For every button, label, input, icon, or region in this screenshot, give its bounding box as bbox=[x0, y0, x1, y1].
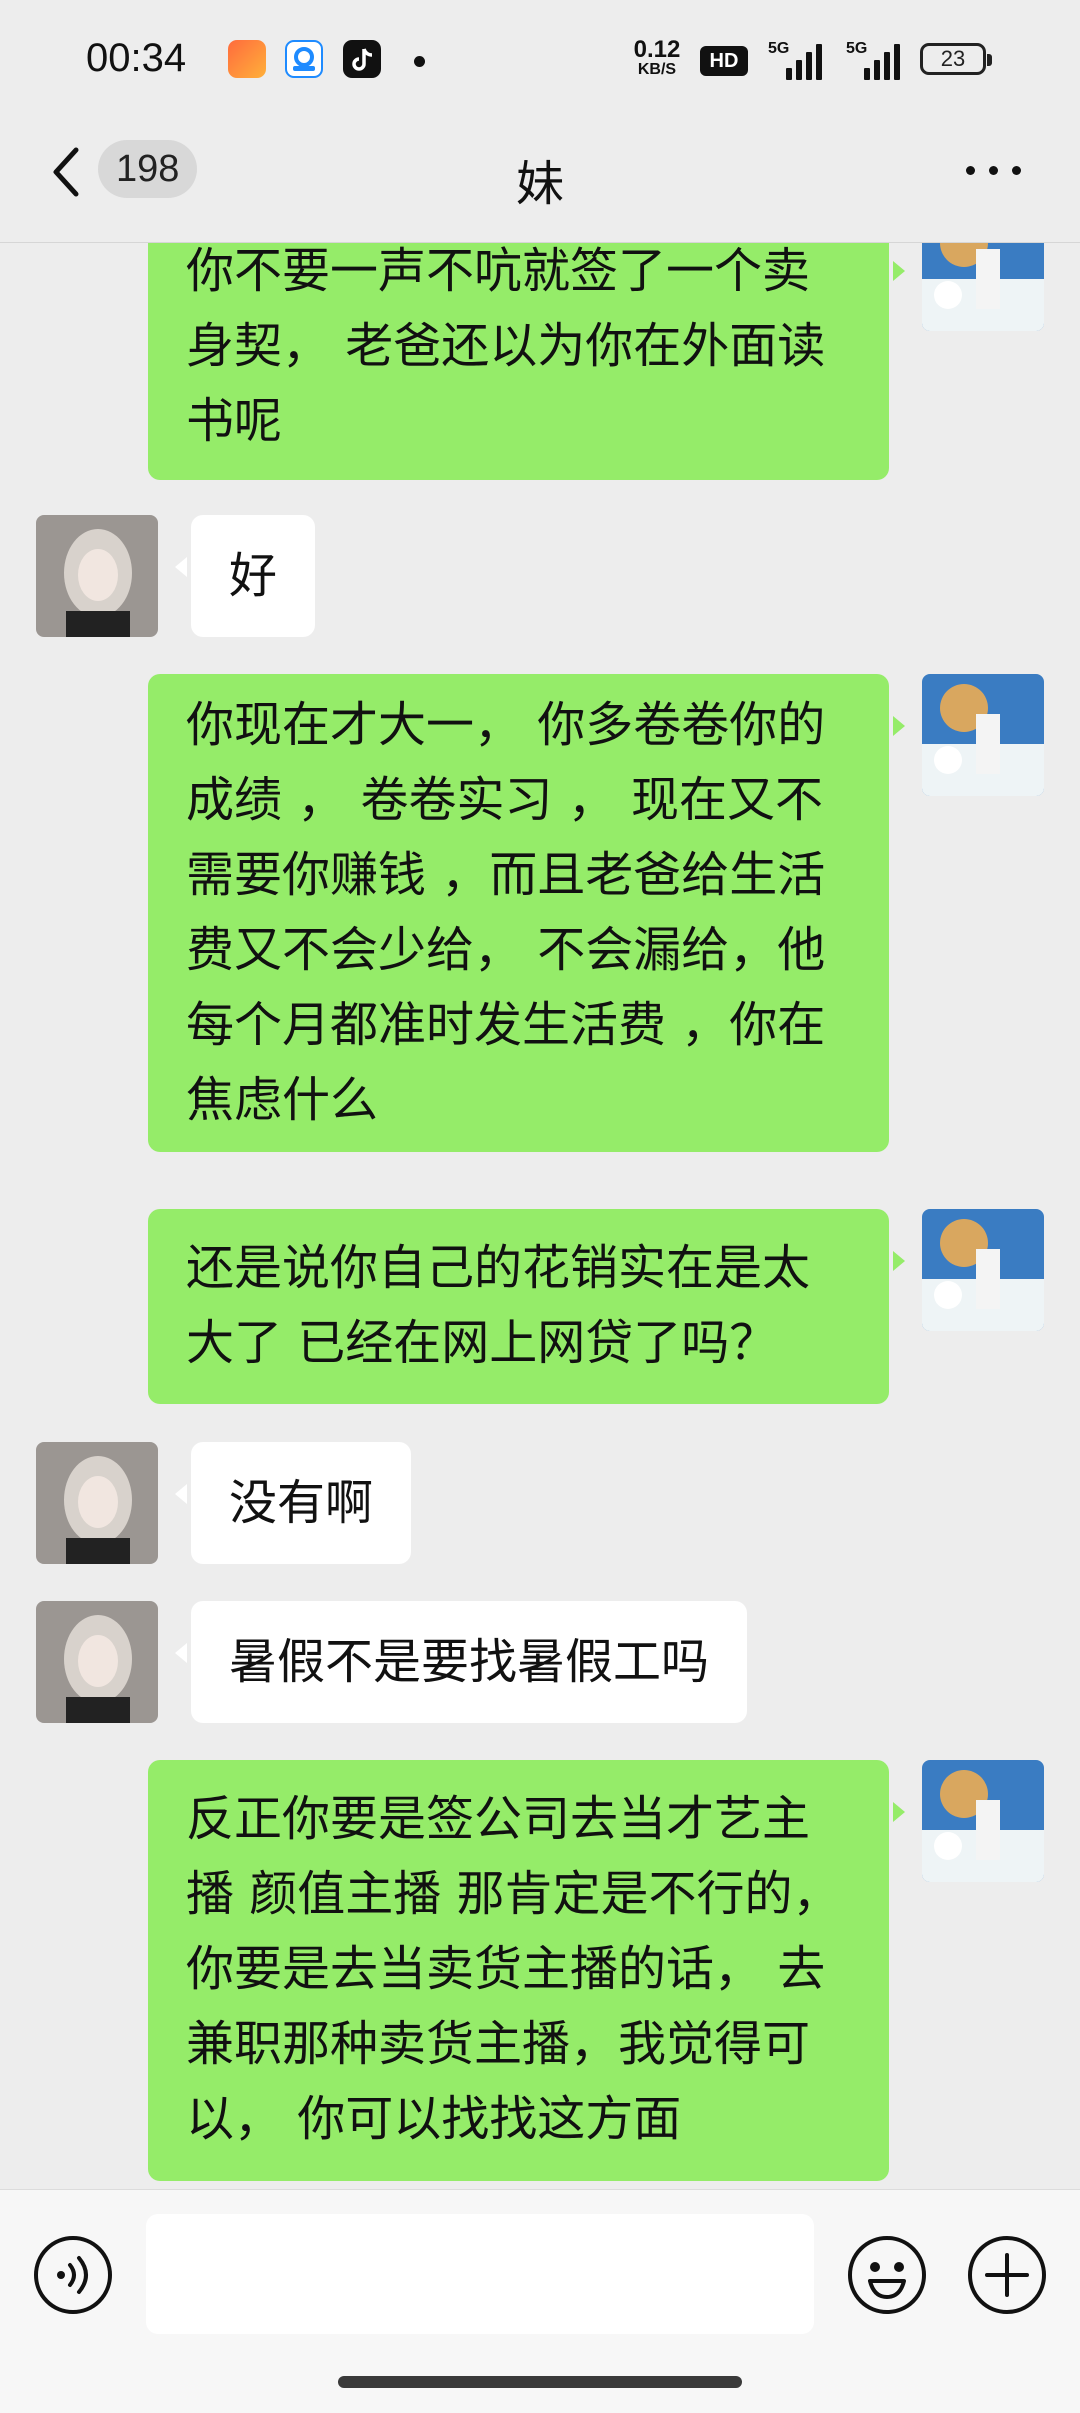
message-line: 成绩 ， 卷卷实习 ， 现在又不 bbox=[186, 772, 824, 828]
message-input[interactable] bbox=[146, 2214, 814, 2334]
status-time: 00:34 bbox=[86, 36, 187, 80]
message-line: 每个月都准时发生活费 ，你在 bbox=[186, 997, 826, 1053]
my-avatar[interactable] bbox=[922, 674, 1044, 796]
battery-icon: 23 bbox=[920, 43, 992, 75]
message-line: 费又不会少给， 不会漏给，他 bbox=[186, 922, 826, 978]
home-indicator[interactable] bbox=[338, 2376, 742, 2388]
emoji-icon[interactable] bbox=[846, 2234, 928, 2316]
chat-header: 198 妹 bbox=[0, 120, 1080, 243]
message-list[interactable]: 你不要一声不吭就签了一个卖 身契， 老爸还以为你在外面读 书呢 好 你现在才大一… bbox=[0, 243, 1080, 2190]
chat-title: 妹 bbox=[515, 156, 564, 212]
message-line: 你要是去当卖货主播的话， 去 bbox=[186, 1941, 826, 1997]
message-bubble-sent[interactable]: 你现在才大一， 你多卷卷你的 成绩 ， 卷卷实习 ， 现在又不 需要你赚钱 ，而… bbox=[148, 674, 905, 1152]
message-bubble-sent[interactable]: 反正你要是签公司去当才艺主 播 颜值主播 那肯定是不行的， 你要是去当卖货主播的… bbox=[148, 1760, 905, 2181]
message-line: 播 颜值主播 那肯定是不行的， bbox=[186, 1866, 841, 1922]
status-bar: 00:34 0.12 KB/S HD 5G 5G 23 bbox=[0, 0, 1080, 120]
message-line: 你现在才大一， 你多卷卷你的 bbox=[186, 697, 826, 753]
message-line: 需要你赚钱 ，而且老爸给生活 bbox=[186, 847, 826, 903]
message-line: 焦虑什么 bbox=[186, 1072, 379, 1128]
message-bubble-received[interactable]: 好 bbox=[174, 515, 316, 637]
message-line: 暑假不是要找暑假工吗 bbox=[229, 1634, 710, 1690]
more-dots-icon[interactable] bbox=[964, 158, 1024, 182]
message-line: 你不要一声不吭就签了一个卖 bbox=[186, 243, 811, 299]
network-speed-value: 0.12 bbox=[633, 36, 681, 63]
cloud-app-icon bbox=[285, 40, 323, 78]
message-line: 以， 你可以找找这方面 bbox=[186, 2091, 682, 2147]
my-avatar[interactable] bbox=[922, 1209, 1044, 1331]
signal-icon-1: 5G bbox=[768, 40, 826, 80]
signal-icon-2: 5G bbox=[846, 40, 904, 80]
message-line: 身契， 老爸还以为你在外面读 bbox=[186, 318, 826, 374]
message-line: 反正你要是签公司去当才艺主 bbox=[186, 1791, 811, 1847]
message-bubble-received[interactable]: 暑假不是要找暑假工吗 bbox=[174, 1601, 748, 1723]
plus-icon[interactable] bbox=[966, 2234, 1048, 2316]
input-bar bbox=[0, 2189, 1080, 2413]
message-bubble-sent[interactable]: 你不要一声不吭就签了一个卖 身契， 老爸还以为你在外面读 书呢 bbox=[148, 243, 905, 480]
message-line: 大了 已经在网上网贷了吗？ bbox=[186, 1315, 778, 1371]
message-line: 还是说你自己的花销实在是太 bbox=[186, 1240, 811, 1296]
message-bubble-received[interactable]: 没有啊 bbox=[174, 1442, 412, 1564]
game-app-icon bbox=[228, 40, 266, 78]
voice-icon[interactable] bbox=[32, 2234, 114, 2316]
notification-dot bbox=[414, 56, 425, 67]
message-line: 没有啊 bbox=[229, 1475, 374, 1531]
hd-badge: HD bbox=[700, 46, 748, 76]
contact-avatar[interactable] bbox=[36, 1601, 158, 1723]
network-speed: 0.12 KB/S bbox=[632, 38, 682, 78]
message-bubble-sent[interactable]: 还是说你自己的花销实在是太 大了 已经在网上网贷了吗？ bbox=[148, 1209, 905, 1404]
signal-1-label: 5G bbox=[768, 40, 790, 57]
my-avatar[interactable] bbox=[922, 243, 1044, 331]
signal-2-label: 5G bbox=[846, 40, 868, 57]
message-line: 兼职那种卖货主播，我觉得可 bbox=[186, 2016, 811, 2072]
network-speed-unit: KB/S bbox=[637, 61, 677, 78]
tiktok-app-icon bbox=[343, 40, 381, 78]
message-line: 好 bbox=[229, 548, 278, 604]
my-avatar[interactable] bbox=[922, 1760, 1044, 1882]
contact-avatar[interactable] bbox=[36, 1442, 158, 1564]
contact-avatar[interactable] bbox=[36, 515, 158, 637]
message-line: 书呢 bbox=[186, 393, 283, 449]
